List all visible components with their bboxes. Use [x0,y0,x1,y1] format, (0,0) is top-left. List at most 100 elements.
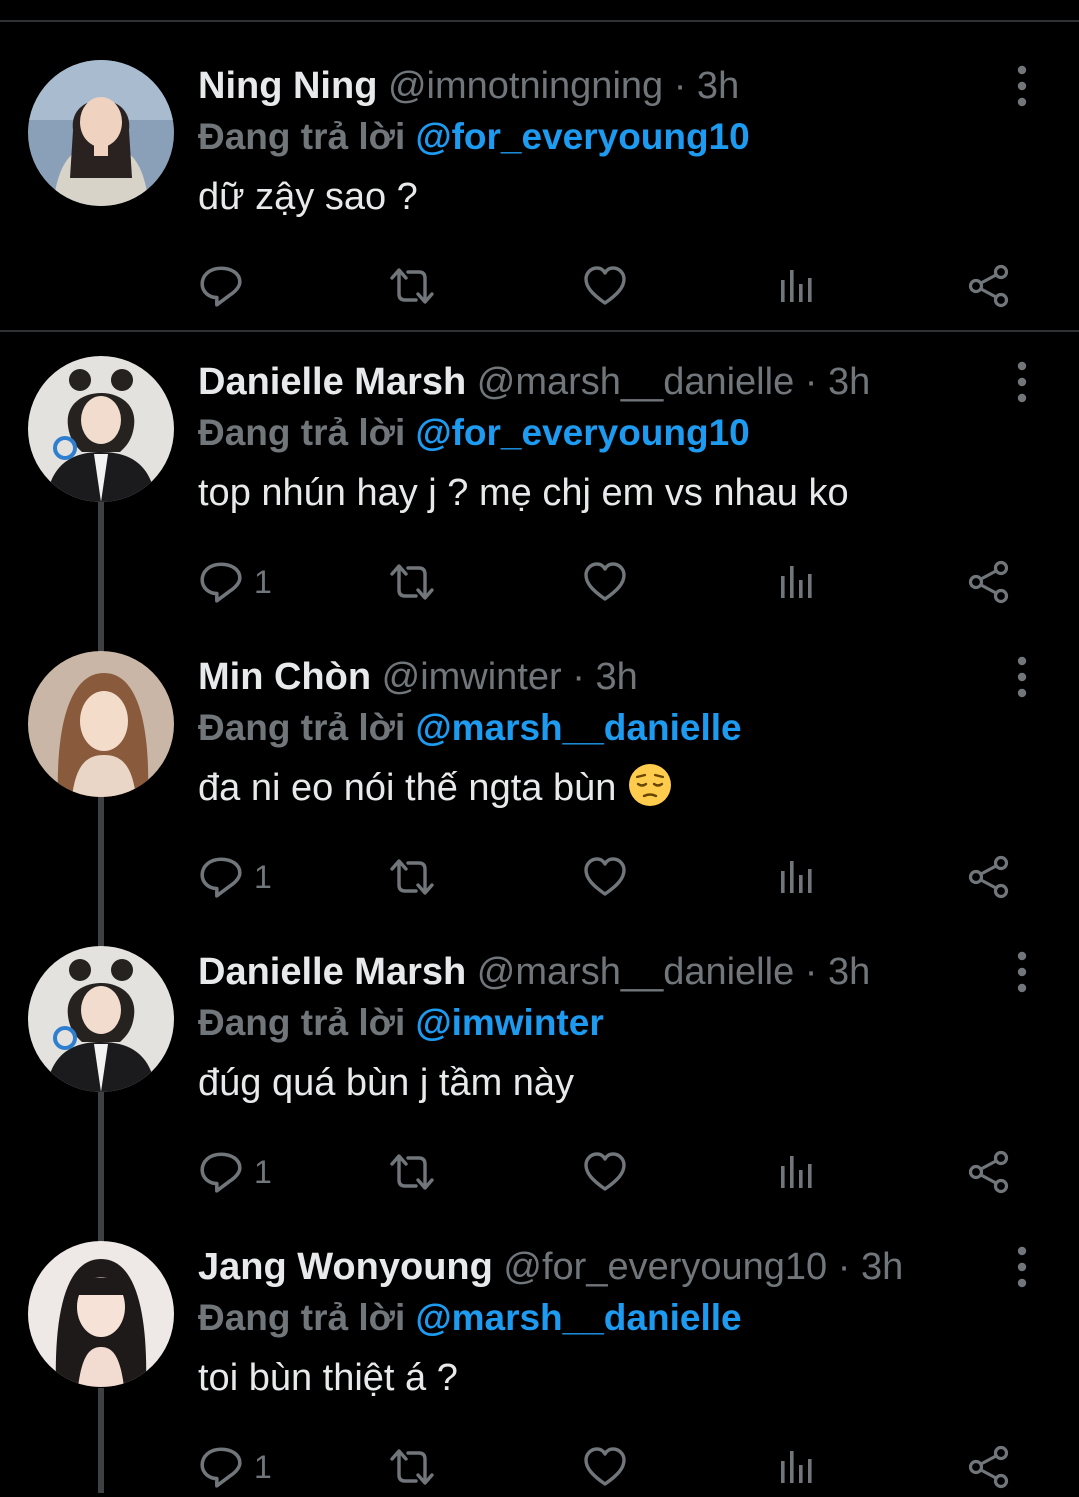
reply-icon [198,263,244,309]
like-icon [582,559,628,605]
tweet[interactable]: Ning Ning @imnotningning · 3h Đang trả l… [0,60,1079,332]
reply-button[interactable]: 1 [198,1437,272,1497]
tweet[interactable]: Danielle Marsh @marsh__danielle · 3h Đan… [0,946,1079,1236]
views-button[interactable] [776,1142,816,1202]
replying-to-label: Đang trả lời [198,412,406,453]
action-bar: 1 [0,552,1079,612]
share-icon [966,263,1012,309]
share-button[interactable] [966,1142,1012,1202]
like-button[interactable] [582,1437,628,1497]
user-handle[interactable]: @for_everyoung10 [503,1246,827,1288]
tweet[interactable]: Min Chòn @imwinter · 3h Đang trả lời @ma… [0,651,1079,941]
views-button[interactable] [776,847,816,907]
views-button[interactable] [776,1437,816,1497]
reply-button[interactable]: 1 [198,1142,272,1202]
user-handle[interactable]: @imnotningning [388,65,663,107]
mention-link[interactable]: @for_everyoung10 [416,116,750,157]
display-name[interactable]: Danielle Marsh [198,361,466,403]
replying-to: Đang trả lời @for_everyoung10 [198,112,998,162]
avatar[interactable] [28,946,174,1092]
more-vertical-icon[interactable] [1000,60,1044,112]
share-icon [966,559,1012,605]
avatar[interactable] [28,356,174,502]
retweet-button[interactable] [386,1142,438,1202]
reply-icon [198,1149,244,1195]
top-divider [0,20,1079,22]
tweet-header: Danielle Marsh @marsh__danielle · 3h [198,356,998,408]
display-name[interactable]: Jang Wonyoung [198,1246,493,1288]
mention-link[interactable]: @for_everyoung10 [416,412,750,453]
views-icon [776,1149,816,1195]
mention-link[interactable]: @marsh__danielle [416,1297,742,1338]
reply-button[interactable]: 1 [198,552,272,612]
replying-to: Đang trả lời @marsh__danielle [198,703,998,753]
like-button[interactable] [582,847,628,907]
tweet[interactable]: Jang Wonyoung @for_everyoung10 · 3h Đang… [0,1241,1079,1493]
more-vertical-icon[interactable] [1000,356,1044,408]
avatar[interactable] [28,651,174,797]
share-button[interactable] [966,256,1012,316]
more-vertical-icon[interactable] [1000,1241,1044,1293]
replying-to-label: Đang trả lời [198,707,406,748]
views-button[interactable] [776,552,816,612]
avatar[interactable] [28,1241,174,1387]
like-icon [582,1149,628,1195]
retweet-button[interactable] [386,256,438,316]
more-vertical-icon[interactable] [1000,946,1044,998]
share-button[interactable] [966,1437,1012,1497]
tweet[interactable]: Danielle Marsh @marsh__danielle · 3h Đan… [0,356,1079,646]
views-icon [776,559,816,605]
share-icon [966,1444,1012,1490]
views-icon [776,263,816,309]
tweet-text: đa ni eo nói thế ngta bùn [198,767,617,809]
display-name[interactable]: Ning Ning [198,65,377,107]
replying-to: Đang trả lời @marsh__danielle [198,1293,998,1343]
like-button[interactable] [582,1142,628,1202]
reply-count: 1 [254,1153,272,1190]
retweet-button[interactable] [386,552,438,612]
user-handle[interactable]: @marsh__danielle [477,361,794,403]
retweet-button[interactable] [386,1437,438,1497]
like-icon [582,854,628,900]
retweet-icon [386,1444,438,1490]
display-name[interactable]: Min Chòn [198,656,371,698]
replying-to-label: Đang trả lời [198,116,406,157]
display-name[interactable]: Danielle Marsh [198,951,466,993]
reply-count: 1 [254,563,272,600]
share-icon [966,854,1012,900]
reply-button[interactable] [198,256,254,316]
action-bar [0,256,1079,316]
views-icon [776,854,816,900]
reply-icon [198,854,244,900]
like-button[interactable] [582,256,628,316]
action-bar: 1 [0,1142,1079,1202]
reply-button[interactable]: 1 [198,847,272,907]
share-icon [966,1149,1012,1195]
share-button[interactable] [966,552,1012,612]
reply-count: 1 [254,858,272,895]
action-bar: 1 [0,1437,1079,1497]
mention-link[interactable]: @imwinter [416,1002,604,1043]
user-handle[interactable]: @imwinter [382,656,562,698]
more-vertical-icon[interactable] [1000,651,1044,703]
action-bar: 1 [0,847,1079,907]
tweet-text: đúg quá bùn j tầm này [198,1062,575,1104]
replying-to-label: Đang trả lời [198,1002,406,1043]
replying-to: Đang trả lời @imwinter [198,998,998,1048]
timestamp: · 3h [804,361,871,403]
reply-icon [198,559,244,605]
views-icon [776,1444,816,1490]
tweet-text: top nhún hay j ? mẹ chj em vs nhau ko [198,472,849,514]
avatar[interactable] [28,60,174,206]
retweet-icon [386,1149,438,1195]
tweet-text: dữ zậy sao ? [198,176,418,218]
pensive-face-emoji [628,764,671,806]
tweet-header: Ning Ning @imnotningning · 3h [198,60,998,112]
views-button[interactable] [776,256,816,316]
user-handle[interactable]: @marsh__danielle [477,951,794,993]
share-button[interactable] [966,847,1012,907]
retweet-button[interactable] [386,847,438,907]
like-button[interactable] [582,552,628,612]
mention-link[interactable]: @marsh__danielle [416,707,742,748]
timestamp: · 3h [572,656,638,698]
